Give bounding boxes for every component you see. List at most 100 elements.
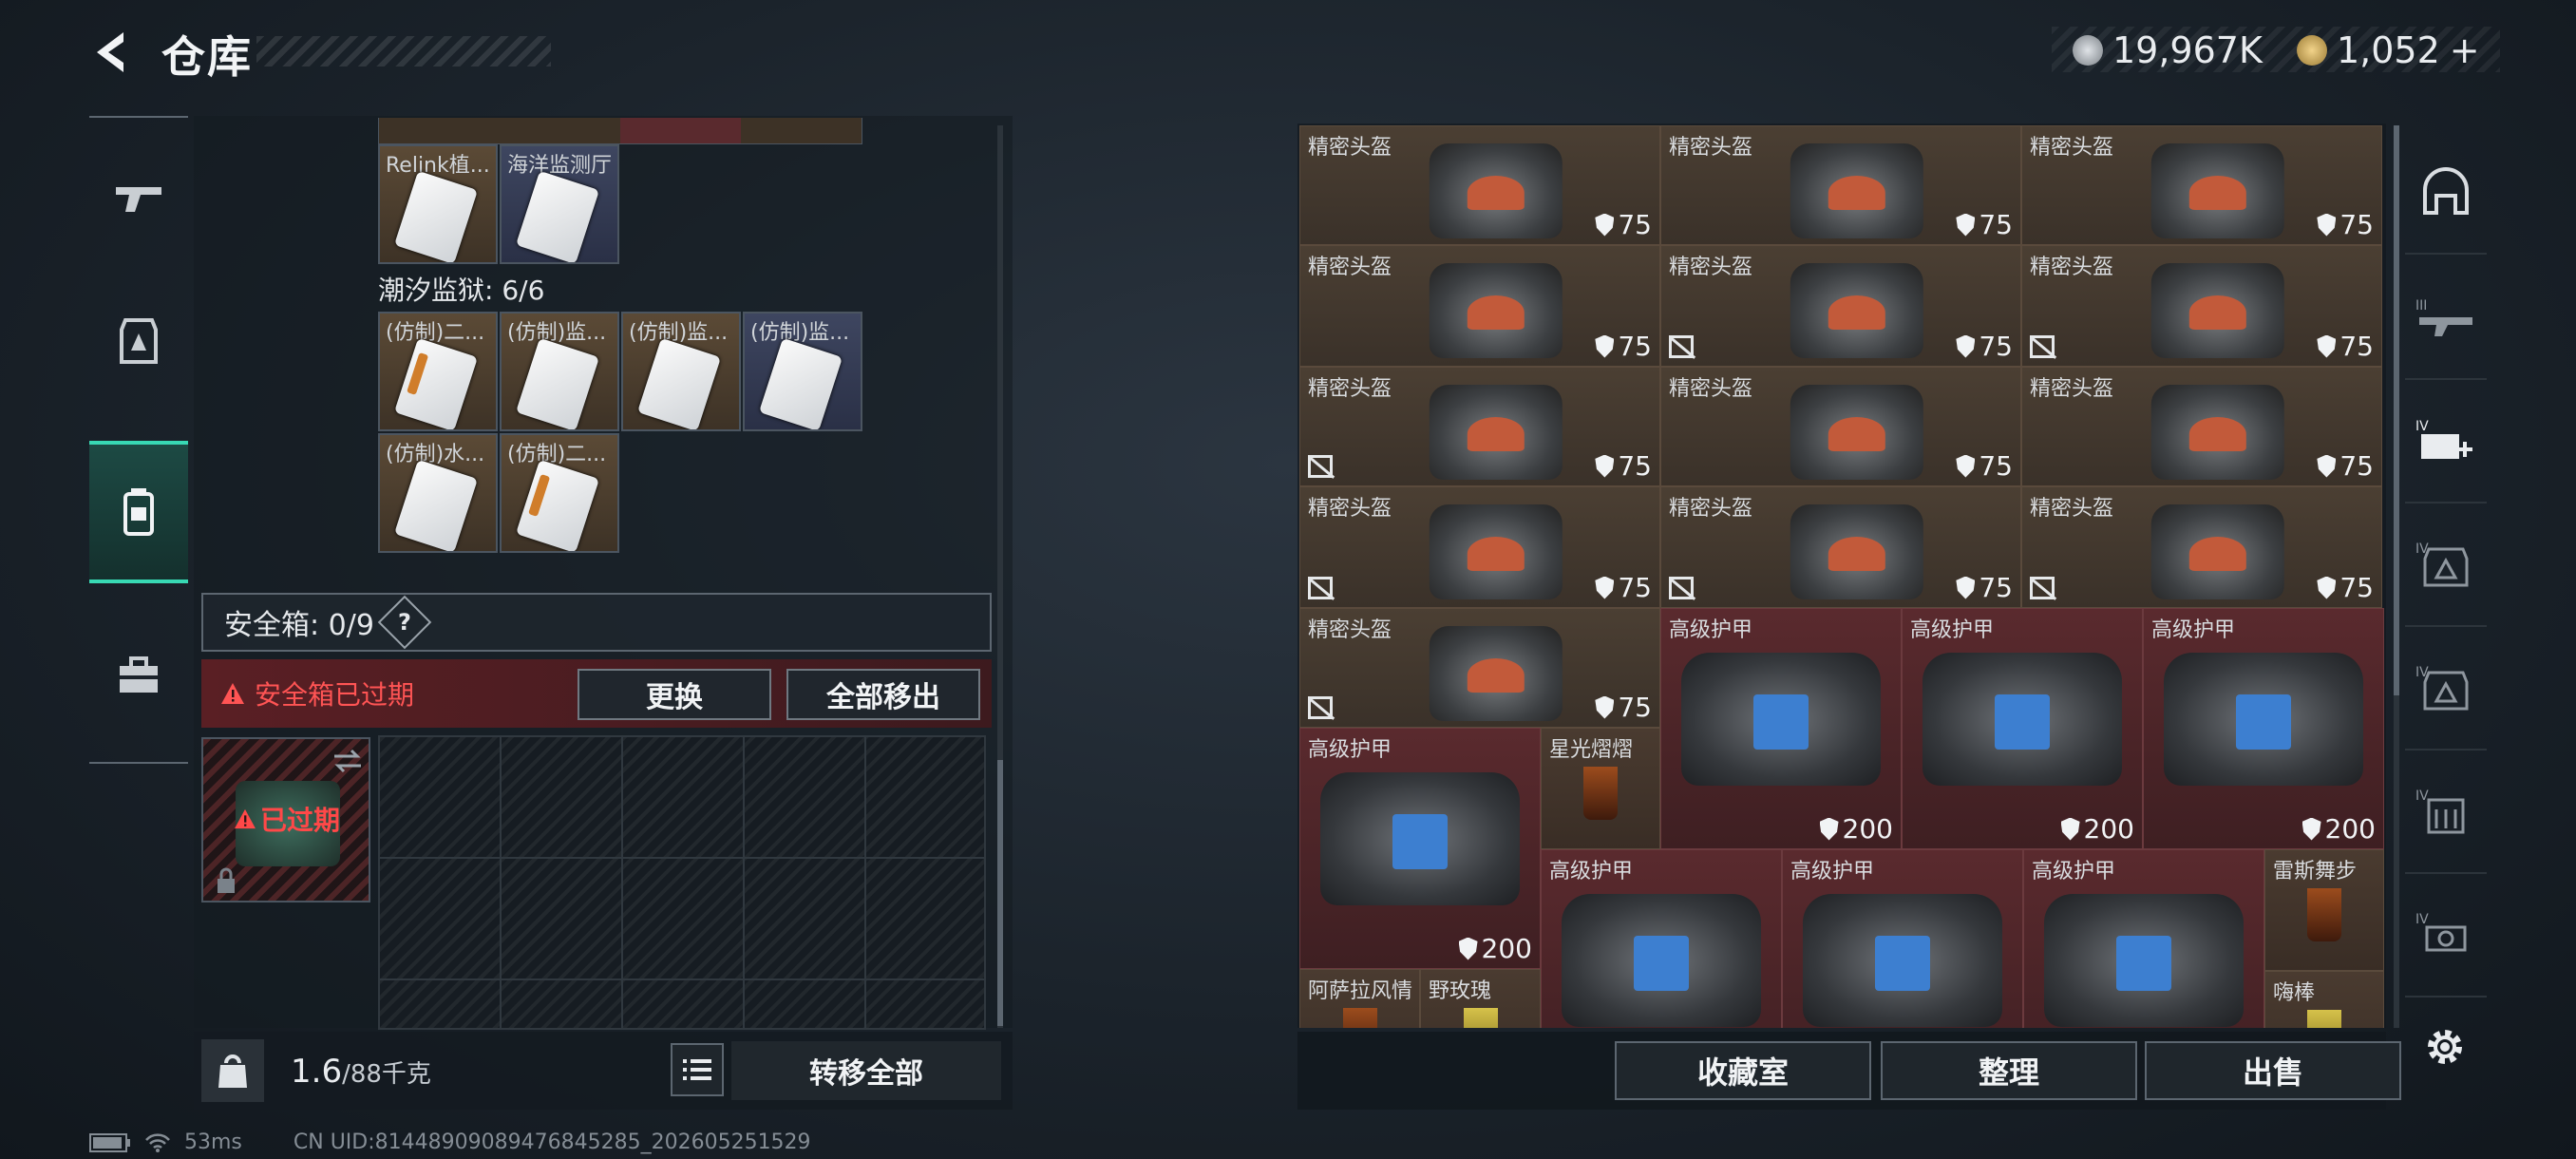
- inventory-item-helmet[interactable]: 精密头盔 75: [1299, 608, 1660, 728]
- armor-icon: [120, 318, 158, 364]
- stash-item[interactable]: (仿制)监...: [743, 312, 862, 431]
- nav-vest-tier-4[interactable]: IV: [2405, 627, 2487, 750]
- item-label: 高级护甲: [2032, 860, 2116, 884]
- inventory-item-drink[interactable]: 阿萨拉风情: [1299, 969, 1420, 1028]
- nav-rifle-tier-3[interactable]: III: [2405, 256, 2487, 380]
- gear-icon: [2428, 1030, 2462, 1064]
- ping-text: 53ms: [184, 1130, 242, 1154]
- item-label: 精密头盔: [1669, 497, 1753, 521]
- help-button[interactable]: ?: [377, 595, 432, 650]
- safebox-grid[interactable]: [378, 735, 986, 1030]
- collection-room-button[interactable]: 收藏室: [1615, 1041, 1871, 1100]
- coin-icon: [2073, 35, 2103, 66]
- inventory-item-armor[interactable]: 高级护甲 200: [1902, 608, 2143, 849]
- back-button[interactable]: [87, 27, 139, 78]
- helmet-icon: [2423, 167, 2469, 215]
- inventory-scrollbar-thumb[interactable]: [2394, 125, 2399, 695]
- settings-button[interactable]: [2420, 1022, 2470, 1072]
- grid-divider: [743, 735, 745, 1030]
- stash-item[interactable]: (仿制)监...: [621, 312, 741, 431]
- keycard-icon: [515, 459, 600, 551]
- inventory-item-armor[interactable]: 高级护甲: [1541, 849, 1782, 1028]
- stash-item[interactable]: (仿制)二...: [378, 312, 498, 431]
- nav-case-tier-4-add[interactable]: IV: [2405, 380, 2487, 504]
- replace-button[interactable]: 更换: [578, 669, 771, 720]
- inventory-item-helmet[interactable]: 精密头盔 75: [1660, 245, 2021, 367]
- backpack-icon: IV: [2415, 788, 2465, 834]
- inventory-item-helmet[interactable]: 精密头盔 75: [2021, 125, 2382, 245]
- inventory-item-drink[interactable]: 星光熠熠: [1541, 728, 1660, 849]
- inventory-item-helmet[interactable]: 精密头盔 75: [1299, 125, 1660, 245]
- inventory-item-helmet[interactable]: 精密头盔 75: [1660, 367, 2021, 486]
- vest-icon: IV: [2415, 665, 2469, 711]
- stash-item[interactable]: Relink植...: [378, 144, 498, 264]
- shield-icon: [2317, 213, 2337, 237]
- item-durability: 75: [1595, 209, 1652, 240]
- stash-item[interactable]: 海洋监测厅: [500, 144, 619, 264]
- currency-secondary[interactable]: 1,052 +: [2297, 28, 2480, 72]
- nav-tool-tier-4[interactable]: IV: [2405, 874, 2487, 998]
- currency-primary: 19,967K: [2073, 28, 2263, 72]
- tool-icon: IV: [2415, 912, 2467, 952]
- inventory-item-armor[interactable]: 高级护甲 200: [2143, 608, 2384, 849]
- stash-item[interactable]: (仿制)监...: [500, 312, 619, 431]
- nav-backpack[interactable]: [89, 441, 188, 583]
- inventory-item-drink[interactable]: 嗨棒: [2264, 971, 2384, 1028]
- inventory-item-armor[interactable]: 高级护甲: [1782, 849, 2023, 1028]
- kettlebell-icon: [218, 1054, 247, 1088]
- inventory-item-helmet[interactable]: 精密头盔 75: [2021, 367, 2382, 486]
- inventory-item-armor[interactable]: 高级护甲: [2023, 849, 2264, 1028]
- stash-scrollbar-thumb[interactable]: [997, 760, 1003, 1026]
- nav-helmet[interactable]: [2405, 131, 2487, 255]
- inventory-item-helmet[interactable]: 精密头盔 75: [1660, 125, 2021, 245]
- transfer-all-button[interactable]: 转移全部: [731, 1041, 1001, 1100]
- inventory-item-helmet[interactable]: 精密头盔 75: [2021, 245, 2382, 367]
- inventory-item-drink[interactable]: 野玫瑰: [1420, 969, 1541, 1028]
- item-durability: 75: [1595, 450, 1652, 482]
- inventory-item-armor[interactable]: 高级护甲 200: [1299, 728, 1541, 969]
- item-durability: 75: [1956, 331, 2013, 362]
- svg-text:IV: IV: [2415, 419, 2429, 434]
- list-view-button[interactable]: [671, 1043, 724, 1096]
- shield-icon: [1956, 334, 1976, 358]
- keycard-icon: [758, 337, 843, 429]
- organize-button[interactable]: 整理: [1881, 1041, 2137, 1100]
- helmet-icon: [1790, 385, 1923, 480]
- armor-icon: [2044, 894, 2244, 1027]
- expired-message: 安全箱已过期: [255, 679, 415, 711]
- sell-button[interactable]: 出售: [2145, 1041, 2401, 1100]
- inventory-item-helmet[interactable]: 精密头盔 75: [1299, 367, 1660, 486]
- item-durability: 75: [1956, 209, 2013, 240]
- nav-backpack-tier-4[interactable]: IV: [2405, 750, 2487, 874]
- item-label: (仿制)二...: [386, 321, 485, 345]
- item-label: 精密头盔: [1308, 377, 1392, 401]
- nav-armor-tier-4[interactable]: IV: [2405, 504, 2487, 627]
- inventory-item-drink[interactable]: 雷斯舞步: [2264, 849, 2384, 971]
- inventory-item-helmet[interactable]: 精密头盔 75: [1660, 486, 2021, 608]
- move-all-out-button[interactable]: 全部移出: [786, 669, 980, 720]
- no-repair-icon: [1669, 577, 1694, 599]
- keycard-icon: [393, 170, 479, 262]
- nav-case[interactable]: [89, 604, 188, 747]
- svg-text:IV: IV: [2415, 912, 2429, 927]
- shield-icon: [1595, 576, 1615, 599]
- item-label: 高级护甲: [1669, 618, 1753, 642]
- nav-armor[interactable]: [89, 270, 188, 412]
- add-currency-button[interactable]: +: [2450, 29, 2480, 71]
- inventory-item-armor[interactable]: 高级护甲 200: [1660, 608, 1902, 849]
- inventory-item-helmet[interactable]: 精密头盔 75: [1299, 245, 1660, 367]
- wifi-icon: [145, 1132, 170, 1152]
- stash-item[interactable]: (仿制)水...: [378, 433, 498, 553]
- nav-weapons[interactable]: [89, 127, 188, 270]
- shield-icon: [1819, 817, 1839, 841]
- inventory-item-helmet[interactable]: 精密头盔 75: [1299, 486, 1660, 608]
- item-label: 精密头盔: [1308, 497, 1392, 521]
- grid-divider: [500, 735, 502, 1030]
- stash-item[interactable]: (仿制)二...: [500, 433, 619, 553]
- inventory-item-helmet[interactable]: 精密头盔 75: [2021, 486, 2382, 608]
- shield-icon: [2301, 817, 2321, 841]
- back-arrow-icon: [97, 32, 123, 72]
- item-label: (仿制)监...: [629, 321, 729, 345]
- armor-icon: [1562, 894, 1761, 1027]
- shield-icon: [1595, 213, 1615, 237]
